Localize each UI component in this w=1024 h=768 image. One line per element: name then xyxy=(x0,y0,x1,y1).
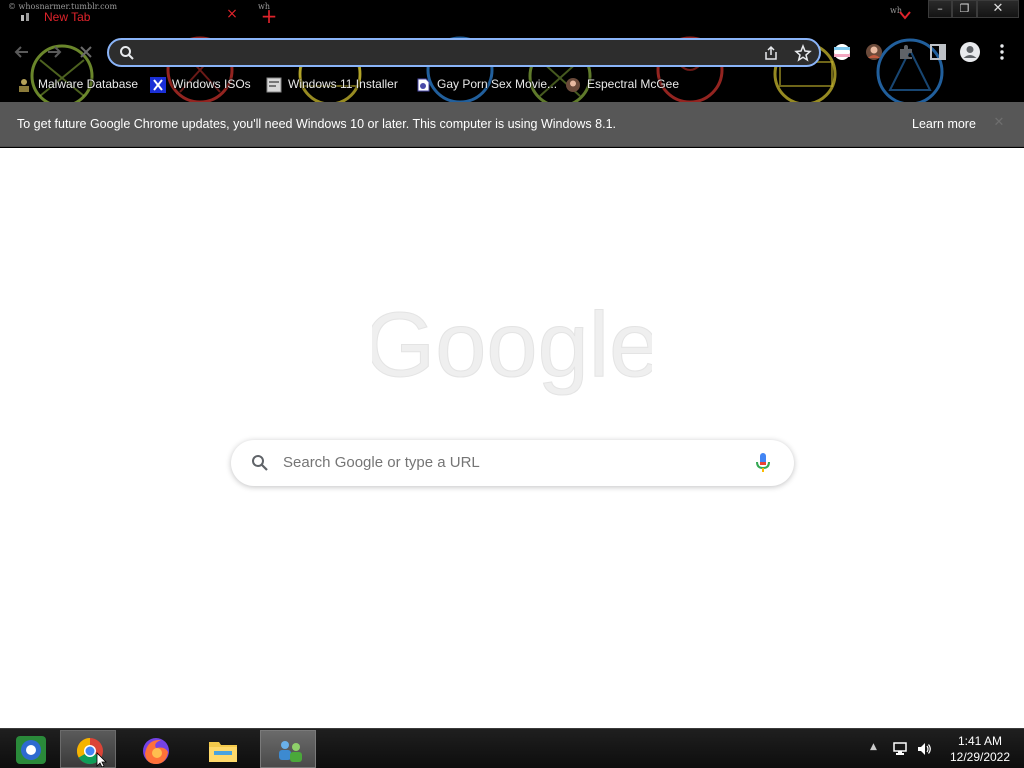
infobar-close-icon[interactable]: ✕ xyxy=(991,115,1007,131)
tab-new-tab[interactable]: New Tab × xyxy=(14,5,246,29)
new-tab-favicon-icon xyxy=(21,13,29,21)
browser-toolbar xyxy=(0,34,1024,70)
bookmark-label: Windows 11 Installer xyxy=(288,77,398,91)
profile-extension-icon[interactable] xyxy=(864,42,884,62)
x-logo-icon xyxy=(150,77,166,93)
account-icon[interactable] xyxy=(959,41,981,63)
ntp-search-input[interactable] xyxy=(283,454,723,471)
bookmark-label: Windows ISOs xyxy=(172,77,251,91)
arrow-right-icon xyxy=(48,46,62,58)
back-button[interactable] xyxy=(11,41,33,63)
taskbar-clock[interactable]: 1:41 AM 12/29/2022 xyxy=(940,733,1020,765)
learn-more-link[interactable]: Learn more xyxy=(912,117,976,131)
search-icon xyxy=(120,46,134,60)
bookmark-label: Gay Porn Sex Movie... xyxy=(437,77,558,91)
browser-frame: © whosnarmer.tumblr.com wh wh New Tab × … xyxy=(0,0,1024,102)
system-tray: ▲ xyxy=(868,729,938,768)
start-icon xyxy=(16,736,46,764)
tray-expand-icon[interactable]: ▲ xyxy=(870,742,877,752)
ntp-search-box[interactable] xyxy=(231,440,794,486)
screen: © whosnarmer.tumblr.com wh wh New Tab × … xyxy=(0,0,1024,768)
bookmark-label: Espectral McGee xyxy=(587,77,680,91)
firefox-icon xyxy=(143,738,169,764)
taskbar-firefox[interactable] xyxy=(127,730,183,768)
new-tab-page: Google xyxy=(0,148,1024,728)
tab-strip: © whosnarmer.tumblr.com wh wh New Tab × … xyxy=(0,0,1024,32)
taskbar-chrome[interactable] xyxy=(60,730,116,768)
forward-button[interactable] xyxy=(43,41,65,63)
arrow-left-icon xyxy=(14,46,28,58)
tab-title: New Tab xyxy=(44,10,91,24)
taskbar-file-explorer[interactable] xyxy=(194,730,250,768)
update-infobar: To get future Google Chrome updates, you… xyxy=(0,102,1024,147)
file-explorer-icon xyxy=(209,742,237,762)
taskbar-network-users[interactable] xyxy=(260,730,316,768)
chrome-icon xyxy=(76,737,107,767)
clock-date: 12/29/2022 xyxy=(949,750,1011,764)
flag-extension-icon[interactable] xyxy=(832,42,852,62)
kebab-menu-icon[interactable] xyxy=(996,42,1008,62)
search-icon xyxy=(252,455,268,471)
address-input[interactable] xyxy=(143,43,743,63)
bookmarks-bar: Malware Database Windows ISOs Windows 11… xyxy=(0,72,1024,98)
bookmark-windows-11-installer[interactable]: Windows 11 Installer xyxy=(266,75,401,95)
tab-search-chevron-icon[interactable] xyxy=(897,7,913,23)
bookmark-label: Malware Database xyxy=(38,77,139,91)
network-users-icon xyxy=(279,741,302,762)
avatar-icon xyxy=(566,78,580,92)
share-icon[interactable] xyxy=(763,45,779,61)
sites-icon xyxy=(417,78,430,92)
microphone-icon[interactable] xyxy=(755,452,771,474)
window-restore-button[interactable]: ❐ xyxy=(952,0,977,18)
malware-db-icon xyxy=(19,79,29,92)
bookmark-gay-porn-sex-movie[interactable]: Gay Porn Sex Movie... xyxy=(415,75,558,95)
puzzle-icon[interactable] xyxy=(896,42,916,62)
installer-page-icon xyxy=(266,77,282,93)
taskbar-start-button[interactable] xyxy=(2,730,58,768)
new-tab-button[interactable]: + xyxy=(259,5,279,27)
clock-time: 1:41 AM xyxy=(957,734,1003,748)
infobar-message: To get future Google Chrome updates, you… xyxy=(17,117,616,131)
window-close-button[interactable]: ✕ xyxy=(977,0,1019,18)
close-icon xyxy=(80,46,92,58)
stop-button[interactable] xyxy=(75,41,97,63)
bookmark-windows-isos[interactable]: Windows ISOs xyxy=(150,75,255,95)
window-minimize-button[interactable]: – xyxy=(928,0,952,18)
address-bar[interactable] xyxy=(107,38,821,67)
side-panel-icon[interactable] xyxy=(928,42,948,62)
google-logo-text: Google xyxy=(372,298,652,396)
bookmark-star-icon[interactable] xyxy=(794,44,812,62)
google-logo: Google xyxy=(372,298,652,397)
bookmark-malware-database[interactable]: Malware Database xyxy=(16,75,139,95)
volume-icon[interactable] xyxy=(916,741,932,757)
windows-taskbar: ▲ 1:41 AM 12/29/2022 xyxy=(0,728,1024,768)
tab-close-icon[interactable]: × xyxy=(224,6,240,24)
network-icon[interactable] xyxy=(892,741,908,757)
bookmark-espectral-mcgee[interactable]: Espectral McGee xyxy=(565,75,680,95)
